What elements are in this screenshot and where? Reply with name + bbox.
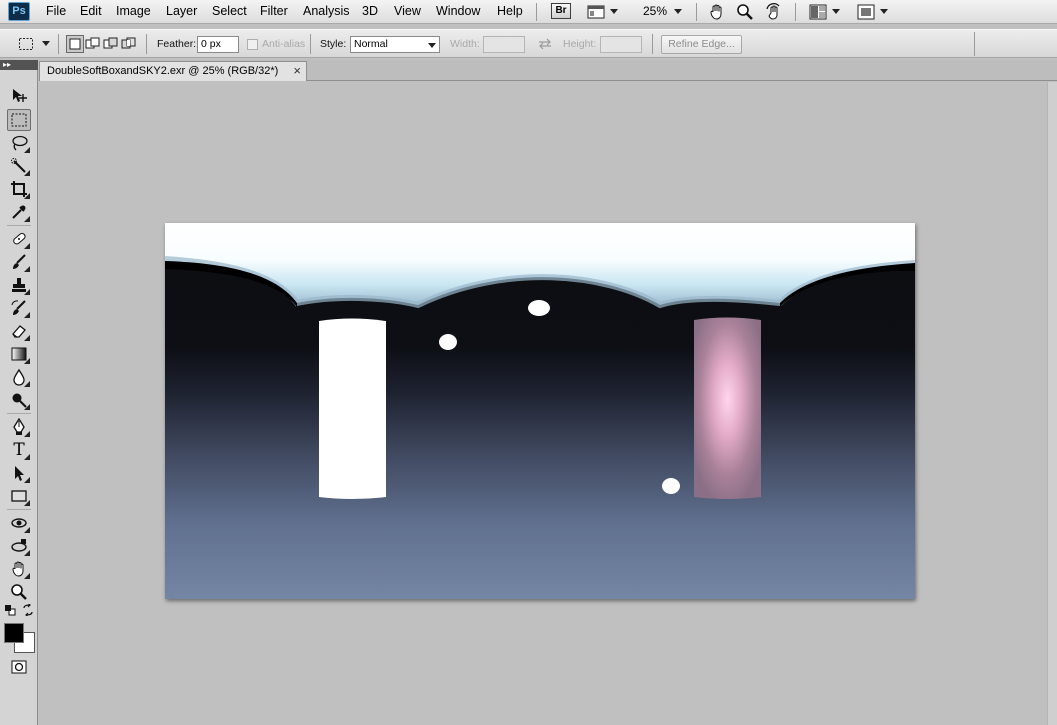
menu-separator xyxy=(795,3,796,21)
document-tab-title: DoubleSoftBoxandSKY2.exr @ 25% (RGB/32*) xyxy=(47,65,279,77)
gradient-tool[interactable] xyxy=(7,343,31,365)
quick-mask-icon[interactable] xyxy=(7,656,31,678)
add-to-selection-button[interactable] xyxy=(84,35,102,53)
swap-dimensions-icon[interactable] xyxy=(535,34,555,54)
style-label: Style: xyxy=(320,38,347,50)
screen-mode-icon[interactable] xyxy=(856,2,876,22)
menu-separator xyxy=(696,3,697,21)
chevron-down-icon[interactable] xyxy=(880,9,888,14)
chevron-down-icon[interactable] xyxy=(42,41,50,46)
height-label: Height: xyxy=(563,38,597,50)
menu-layer[interactable]: Layer xyxy=(166,3,197,20)
options-bar: Feather: 0 px Anti-alias Style: Normal W… xyxy=(0,29,1057,58)
crop-tool[interactable] xyxy=(7,178,31,200)
document-tab-bar: DoubleSoftBoxandSKY2.exr @ 25% (RGB/32*)… xyxy=(39,60,1057,81)
refine-edge-button[interactable]: Refine Edge... xyxy=(661,35,742,54)
chevron-down-icon[interactable] xyxy=(832,9,840,14)
options-separator xyxy=(310,34,311,54)
dodge-tool[interactable] xyxy=(7,389,31,411)
swap-colors-icon[interactable] xyxy=(21,603,35,617)
feather-label: Feather: xyxy=(157,38,197,50)
menu-view[interactable]: View xyxy=(394,3,421,20)
hand-tool[interactable] xyxy=(7,558,31,580)
brush-tool[interactable] xyxy=(7,251,31,273)
style-select-value: Normal xyxy=(354,38,388,50)
hdr-environment-image xyxy=(165,223,915,599)
blur-tool[interactable] xyxy=(7,366,31,388)
menu-edit[interactable]: Edit xyxy=(80,3,102,20)
menu-select[interactable]: Select xyxy=(212,3,247,20)
zoom-tool[interactable] xyxy=(7,581,31,603)
tools-separator xyxy=(7,225,31,226)
new-selection-button[interactable] xyxy=(66,35,84,53)
options-separator xyxy=(146,34,147,54)
anti-alias-checkbox[interactable] xyxy=(247,39,258,50)
screen-mode-icon[interactable] xyxy=(586,2,606,22)
zoom-icon[interactable] xyxy=(735,2,755,22)
marquee-tool[interactable] xyxy=(7,109,31,131)
options-separator xyxy=(652,34,653,54)
document-tab[interactable]: DoubleSoftBoxandSKY2.exr @ 25% (RGB/32*)… xyxy=(39,61,307,81)
path-selection-tool[interactable] xyxy=(7,462,31,484)
vertical-scrollbar[interactable] xyxy=(1047,82,1057,725)
arrange-documents-icon[interactable] xyxy=(808,2,828,22)
menu-separator xyxy=(536,3,537,21)
zoom-level[interactable]: 25% xyxy=(643,3,667,20)
menu-window[interactable]: Window xyxy=(436,3,480,20)
close-icon[interactable]: × xyxy=(293,62,301,80)
rectangular-marquee-icon[interactable] xyxy=(16,34,36,54)
quick-selection-tool[interactable] xyxy=(7,155,31,177)
menu-help[interactable]: Help xyxy=(497,3,523,20)
chevron-down-icon[interactable] xyxy=(674,9,682,14)
menu-3d[interactable]: 3D xyxy=(362,3,378,20)
eyedropper-tool[interactable] xyxy=(7,201,31,223)
options-separator xyxy=(58,34,59,54)
type-tool[interactable]: T xyxy=(7,439,31,461)
menu-image[interactable]: Image xyxy=(116,3,151,20)
width-input[interactable] xyxy=(483,36,525,53)
height-input[interactable] xyxy=(600,36,642,53)
intersect-selection-button[interactable] xyxy=(120,35,138,53)
options-separator xyxy=(974,32,975,56)
foreground-color-swatch[interactable] xyxy=(4,623,24,643)
chevron-down-icon[interactable] xyxy=(610,9,618,14)
pen-tool[interactable] xyxy=(7,416,31,438)
chevron-down-icon xyxy=(428,43,436,48)
menu-analysis[interactable]: Analysis xyxy=(303,3,350,20)
default-colors-icon[interactable] xyxy=(3,603,17,617)
move-tool[interactable] xyxy=(7,85,31,107)
photoshop-logo: Ps xyxy=(8,2,30,21)
3d-rotate-tool[interactable] xyxy=(7,512,31,534)
hand-icon[interactable] xyxy=(707,2,727,22)
feather-input[interactable]: 0 px xyxy=(197,36,239,53)
history-brush-tool[interactable] xyxy=(7,297,31,319)
3d-orbit-tool[interactable] xyxy=(7,535,31,557)
bridge-button[interactable]: Br xyxy=(551,3,571,19)
rectangle-tool[interactable] xyxy=(7,485,31,507)
width-label: Width: xyxy=(450,38,480,50)
clone-stamp-tool[interactable] xyxy=(7,274,31,296)
menu-file[interactable]: File xyxy=(46,3,66,20)
tools-collapse-button[interactable]: ▸▸ xyxy=(0,60,38,70)
healing-brush-tool[interactable] xyxy=(7,228,31,250)
subtract-from-selection-button[interactable] xyxy=(102,35,120,53)
anti-alias-label: Anti-alias xyxy=(262,38,306,50)
menu-filter[interactable]: Filter xyxy=(260,3,288,20)
eraser-tool[interactable] xyxy=(7,320,31,342)
tools-separator xyxy=(7,413,31,414)
menu-bar: Ps File Edit Image Layer Select Filter A… xyxy=(0,0,1057,24)
style-select[interactable]: Normal xyxy=(350,36,440,53)
tools-separator xyxy=(7,509,31,510)
rotate-view-icon[interactable] xyxy=(764,2,784,22)
document-canvas[interactable] xyxy=(165,223,915,599)
lasso-tool[interactable] xyxy=(7,132,31,154)
